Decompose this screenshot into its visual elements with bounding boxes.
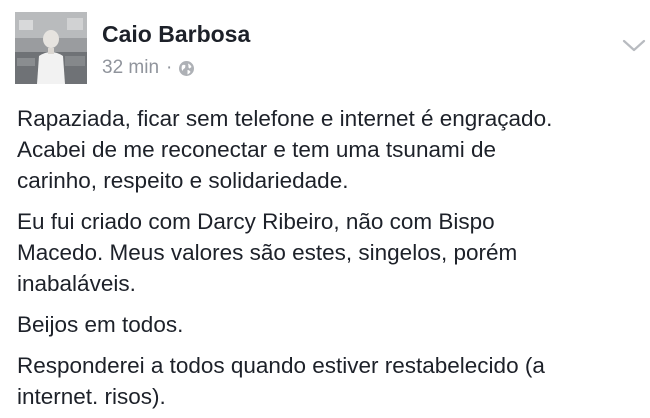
chevron-down-icon[interactable] (621, 37, 647, 55)
post-paragraph: Eu fui criado com Darcy Ribeiro, não com… (17, 209, 518, 296)
post-card: Caio Barbosa 32 min · Rapaziada, ficar s… (0, 0, 650, 418)
author-name[interactable]: Caio Barbosa (102, 21, 250, 48)
meta-separator: · (166, 57, 173, 78)
post-paragraph: Rapaziada, ficar sem telefone e internet… (17, 106, 553, 193)
post-meta: 32 min · (102, 56, 195, 80)
avatar-photo (15, 12, 87, 84)
post-header: Caio Barbosa 32 min · (15, 10, 646, 86)
avatar[interactable] (15, 12, 87, 84)
post-paragraph: Responderei a todos quando estiver resta… (17, 353, 545, 409)
post-paragraph: Beijos em todos. (17, 312, 184, 337)
globe-icon[interactable] (178, 60, 195, 77)
timestamp[interactable]: 32 min (102, 57, 159, 79)
post-body: Rapaziada, ficar sem telefone e internet… (17, 103, 642, 418)
